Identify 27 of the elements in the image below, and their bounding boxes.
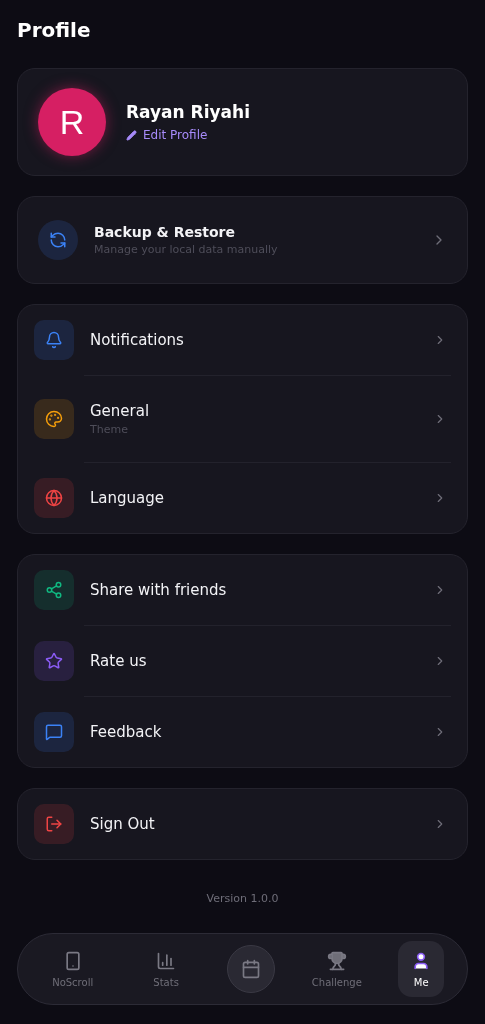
- avatar: R: [38, 88, 106, 156]
- edit-profile-link[interactable]: Edit Profile: [126, 128, 208, 142]
- page-title: Profile: [17, 17, 92, 44]
- settings-row[interactable]: Feedback: [18, 697, 467, 767]
- settings-row[interactable]: Rate us: [18, 626, 467, 696]
- nav-tab[interactable]: NoScroll: [40, 941, 105, 997]
- row-label: Notifications: [90, 331, 185, 349]
- backup-subtitle: Manage your local data manually: [94, 243, 279, 256]
- row-label: General: [90, 402, 151, 420]
- row-label: Sign Out: [90, 815, 156, 833]
- settings-row[interactable]: Sign Out: [18, 789, 467, 859]
- settings-row[interactable]: Notifications: [18, 305, 467, 375]
- settings-row[interactable]: Share with friends: [18, 555, 467, 625]
- settings-row[interactable]: Language: [18, 463, 467, 533]
- nav-tab[interactable]: Stats: [134, 941, 199, 997]
- nav-tab[interactable]: Me: [398, 941, 445, 997]
- backup-card[interactable]: Backup & Restore Manage your local data manually: [17, 196, 468, 284]
- row-label: Feedback: [90, 723, 163, 741]
- backup-title: Backup & Restore: [94, 224, 236, 240]
- nav-tab[interactable]: Challenge: [304, 941, 369, 997]
- row-label: Language: [90, 489, 166, 507]
- row-label: Rate us: [90, 652, 148, 670]
- row-subtitle: Theme: [90, 423, 129, 436]
- user-name: Rayan Riyahi: [126, 102, 250, 122]
- settings-row[interactable]: General Theme: [18, 376, 467, 462]
- version-text: Version 1.0.0: [206, 892, 279, 905]
- row-label: Share with friends: [90, 581, 228, 599]
